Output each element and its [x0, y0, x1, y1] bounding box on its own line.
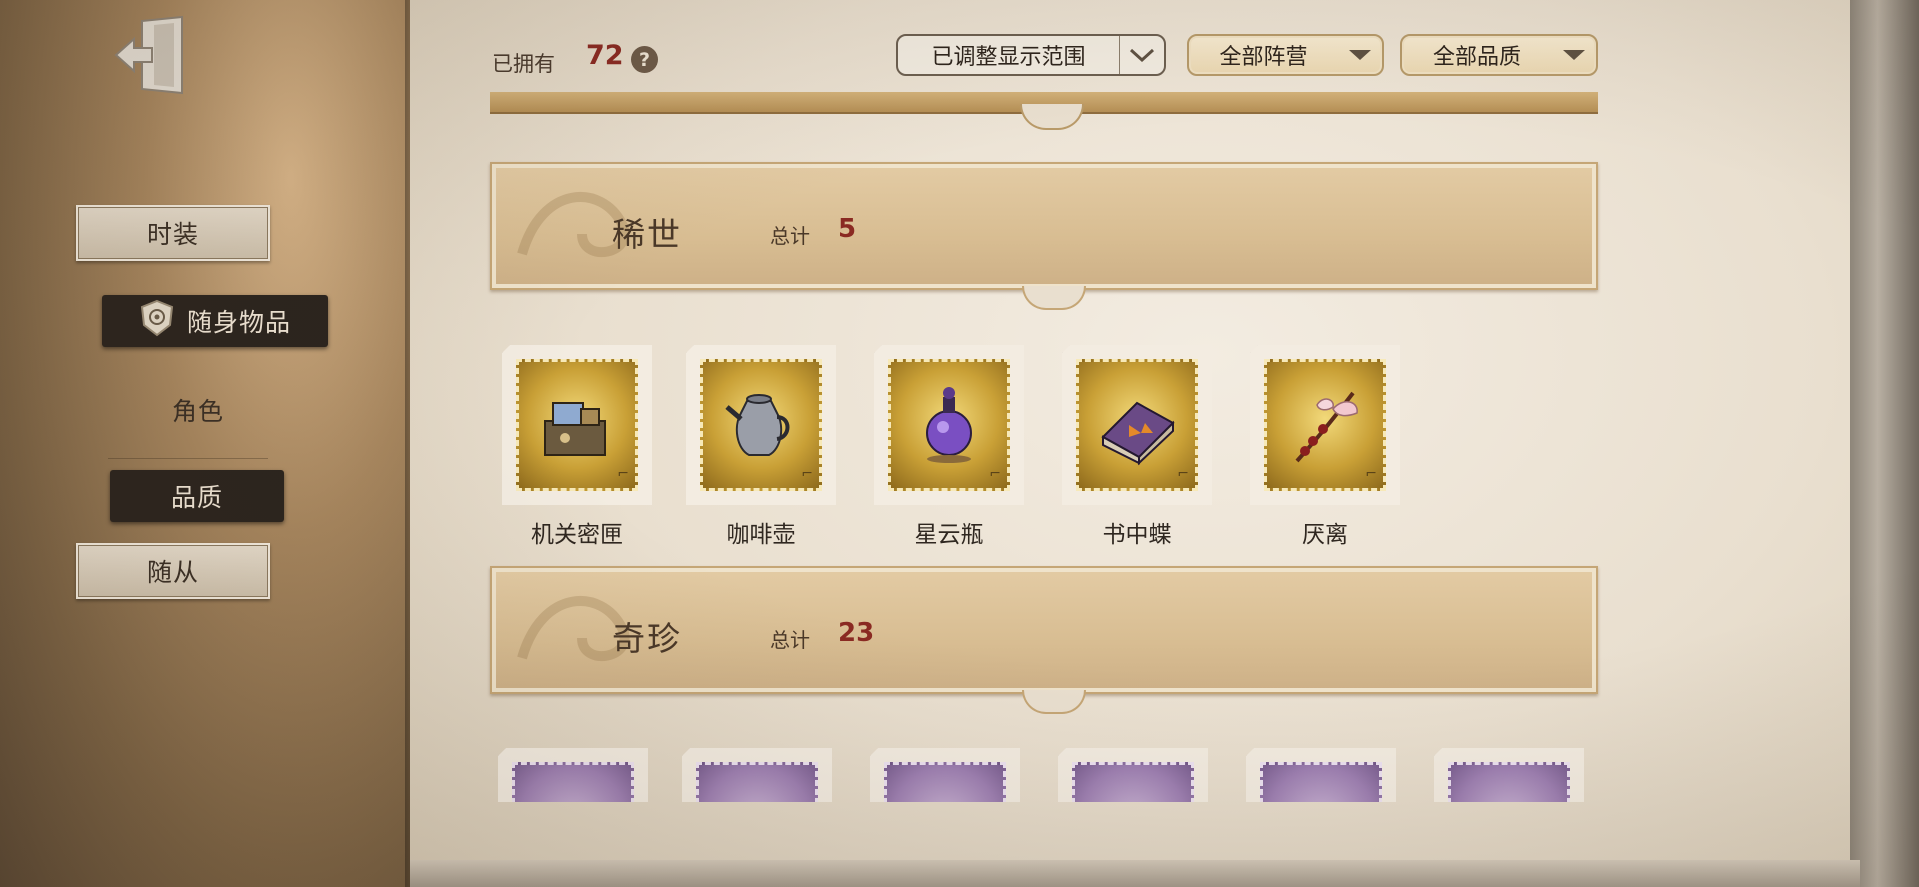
sidebar-item-label: 品质	[170, 483, 223, 512]
item-name: 机关密匣	[531, 522, 623, 548]
item-name: 厌离	[1302, 522, 1348, 548]
section-total-label: 总计	[770, 224, 810, 248]
left-panel	[0, 0, 423, 887]
item-stamp: ⌐	[502, 345, 652, 505]
crystal-icon	[1465, 779, 1553, 802]
section-banner-rare: 稀世 总计 5	[490, 162, 1598, 310]
chevron-down-icon	[1338, 36, 1382, 74]
item-stamp	[1434, 748, 1584, 802]
exit-button[interactable]	[110, 14, 190, 96]
item-card[interactable]: ⌐ 厌离	[1250, 345, 1400, 548]
chain-icon	[713, 779, 801, 802]
item-stamp	[870, 748, 1020, 802]
section-total-value: 23	[838, 618, 875, 648]
exit-icon	[114, 15, 183, 95]
item-card[interactable]: ⌐ 书中蝶	[1062, 345, 1212, 548]
emblem-icon	[139, 299, 175, 343]
page-edge	[1850, 0, 1919, 887]
item-card[interactable]: ⌐ 星云瓶	[874, 345, 1024, 548]
sidebar-item-label: 角色	[171, 397, 224, 426]
sidebar-item-quality[interactable]: 品质	[110, 470, 284, 522]
sidebar-item-label: 随身物品	[186, 308, 291, 337]
sidebar-item-fashion[interactable]: 时装	[76, 205, 270, 261]
item-stamp: ⌐	[686, 345, 836, 505]
item-stamp: ⌐	[1062, 345, 1212, 505]
ticket-icon	[529, 779, 617, 802]
item-name: 星云瓶	[914, 522, 984, 548]
item-stamp: ⌐	[1250, 345, 1400, 505]
item-card[interactable]	[870, 748, 1020, 802]
item-stamp	[498, 748, 648, 802]
stamp-mark: ⌐	[989, 466, 1001, 482]
nebula-bottle-icon	[905, 376, 993, 474]
chevron-down-icon	[1552, 36, 1596, 74]
item-name: 书中蝶	[1102, 522, 1172, 548]
stamp-mark: ⌐	[1365, 466, 1377, 482]
section-banner-treasure: 奇珍 总计 23	[490, 566, 1598, 714]
item-stamp	[682, 748, 832, 802]
item-card[interactable]	[1434, 748, 1584, 802]
owned-count: 72	[586, 40, 624, 71]
stamp-mark: ⌐	[801, 466, 813, 482]
sidebar-item-label: 时装	[146, 220, 199, 249]
range-filter-label: 已调整显示范围	[931, 45, 1086, 70]
help-icon[interactable]: ?	[631, 46, 658, 73]
page-bottom-edge	[410, 860, 1860, 887]
sidebar-item-character[interactable]: 角色	[108, 385, 288, 435]
item-card[interactable]: ⌐ 咖啡壶	[686, 345, 836, 548]
item-name: 咖啡壶	[726, 522, 796, 548]
owned-label: 已拥有	[492, 52, 555, 76]
sidebar-item-follower[interactable]: 随从	[76, 543, 270, 599]
butterfly-book-icon	[1093, 376, 1181, 474]
camp-filter-dropdown[interactable]: 全部阵营	[1187, 34, 1384, 76]
section-total-value: 5	[838, 214, 857, 244]
chevron-down-icon	[1119, 36, 1164, 74]
stamp-mark: ⌐	[617, 466, 629, 482]
item-card[interactable]	[1246, 748, 1396, 802]
item-card[interactable]: ⌐ 机关密匣	[502, 345, 652, 548]
stamp-mark: ⌐	[1177, 466, 1189, 482]
mechanism-box-icon	[533, 376, 621, 474]
section-total-label: 总计	[770, 628, 810, 652]
flower-icon	[1089, 779, 1177, 802]
blossom-branch-icon	[1281, 376, 1369, 474]
ring-icon	[1277, 779, 1365, 802]
item-stamp	[1246, 748, 1396, 802]
quality-filter-dropdown[interactable]: 全部品质	[1400, 34, 1598, 76]
coffee-pot-icon	[717, 376, 805, 474]
item-card[interactable]	[1058, 748, 1208, 802]
sidebar-item-accessories[interactable]: 随身物品	[102, 295, 328, 347]
item-card[interactable]	[682, 748, 832, 802]
item-stamp	[1058, 748, 1208, 802]
sidebar-divider	[108, 458, 268, 459]
section-title: 稀世	[612, 215, 682, 254]
sidebar-item-label: 随从	[146, 558, 199, 587]
item-card[interactable]	[498, 748, 648, 802]
orb-icon	[901, 779, 989, 802]
section-title: 奇珍	[612, 619, 682, 658]
range-filter-dropdown[interactable]: 已调整显示范围	[896, 34, 1166, 76]
quality-filter-label: 全部品质	[1432, 45, 1521, 70]
item-row-partial	[490, 742, 1610, 802]
camp-filter-label: 全部阵营	[1219, 45, 1308, 70]
item-stamp: ⌐	[874, 345, 1024, 505]
